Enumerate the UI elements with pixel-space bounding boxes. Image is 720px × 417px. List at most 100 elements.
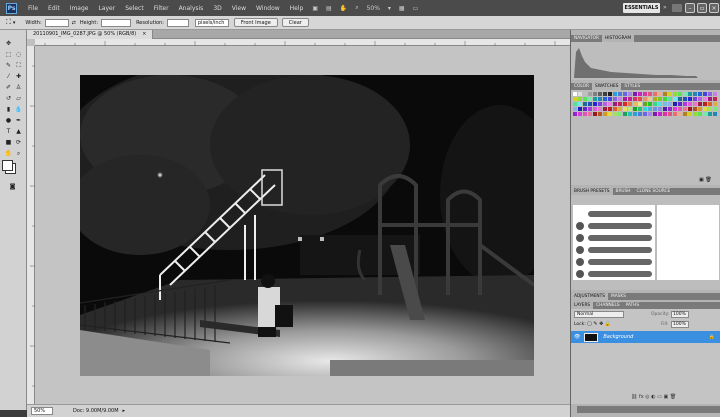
close-icon[interactable]: ×	[709, 3, 719, 13]
color-swatch[interactable]	[633, 102, 637, 106]
height-field[interactable]	[101, 18, 132, 27]
menu-file[interactable]: File	[23, 5, 43, 12]
color-swatch[interactable]	[698, 102, 702, 106]
color-swatch[interactable]	[653, 107, 657, 111]
color-swatch[interactable]	[688, 97, 692, 101]
color-swatch[interactable]	[708, 112, 712, 116]
color-swatch[interactable]	[583, 97, 587, 101]
menu-image[interactable]: Image	[65, 5, 94, 12]
blur-icon[interactable]: 💧	[14, 105, 23, 114]
brush-preset-item[interactable]	[576, 209, 652, 218]
arrange-documents-icon[interactable]: ▦	[395, 5, 409, 12]
trash-icon[interactable]: 🗑	[670, 394, 676, 400]
color-swatch[interactable]	[628, 107, 632, 111]
color-swatch[interactable]	[583, 92, 587, 96]
move-tool-icon[interactable]: ✥	[4, 39, 13, 48]
eraser-icon[interactable]: ▱	[14, 94, 23, 103]
resolution-field[interactable]	[166, 18, 189, 27]
color-swatch[interactable]	[613, 107, 617, 111]
color-swatch[interactable]	[603, 107, 607, 111]
color-swatch[interactable]	[598, 112, 602, 116]
color-swatch[interactable]	[633, 92, 637, 96]
color-swatch[interactable]	[663, 112, 667, 116]
color-swatch[interactable]	[583, 112, 587, 116]
color-swatch[interactable]	[618, 97, 622, 101]
new-swatch-icon[interactable]: ▣	[699, 177, 704, 183]
color-swatch[interactable]	[698, 97, 702, 101]
color-swatch[interactable]	[643, 112, 647, 116]
width-field[interactable]	[44, 18, 69, 27]
color-swatch[interactable]	[688, 92, 692, 96]
color-swatch[interactable]	[648, 107, 652, 111]
color-swatch[interactable]	[588, 112, 592, 116]
color-swatch[interactable]	[698, 92, 702, 96]
color-swatch[interactable]	[678, 102, 682, 106]
color-swatch[interactable]	[653, 92, 657, 96]
search-icon[interactable]	[672, 4, 682, 12]
color-swatch[interactable]	[593, 92, 597, 96]
menu-layer[interactable]: Layer	[93, 5, 120, 12]
menu-help[interactable]: Help	[285, 5, 309, 12]
color-swatch[interactable]	[603, 112, 607, 116]
color-swatch[interactable]	[588, 102, 592, 106]
color-swatch[interactable]	[713, 112, 717, 116]
color-swatch[interactable]	[663, 102, 667, 106]
color-swatch[interactable]	[693, 97, 697, 101]
color-swatch[interactable]	[673, 107, 677, 111]
color-swatch[interactable]	[648, 112, 652, 116]
color-swatch[interactable]	[618, 107, 622, 111]
color-swatch[interactable]	[638, 102, 642, 106]
color-swatch[interactable]	[658, 107, 662, 111]
bridge-icon[interactable]: ▣	[308, 5, 322, 12]
menu-edit[interactable]: Edit	[43, 5, 65, 12]
hand-tool-icon[interactable]: ✋	[4, 149, 13, 158]
minibridge-icon[interactable]: ▤	[322, 5, 336, 12]
layer-name[interactable]: Background	[603, 334, 633, 340]
color-swatch[interactable]	[698, 112, 702, 116]
color-swatch[interactable]	[683, 97, 687, 101]
color-swatch[interactable]	[578, 112, 582, 116]
brush-preset-item[interactable]	[576, 245, 652, 254]
color-swatch[interactable]	[658, 97, 662, 101]
brush-preset-item[interactable]	[576, 257, 652, 266]
menu-analysis[interactable]: Analysis	[174, 5, 209, 12]
color-swatch[interactable]	[583, 102, 587, 106]
healing-brush-icon[interactable]: ✚	[14, 72, 23, 81]
tab-swatches[interactable]: SWATCHES	[592, 83, 622, 90]
color-swatch[interactable]	[648, 97, 652, 101]
color-swatch[interactable]	[628, 102, 632, 106]
color-swatch[interactable]	[593, 102, 597, 106]
color-swatch[interactable]	[673, 97, 677, 101]
color-swatch[interactable]	[703, 112, 707, 116]
opacity-field[interactable]: 100%	[671, 311, 689, 318]
color-swatch[interactable]	[603, 92, 607, 96]
color-swatch[interactable]	[703, 97, 707, 101]
color-swatch[interactable]	[668, 97, 672, 101]
marquee-tool-icon[interactable]: ⬚	[4, 50, 13, 59]
color-swatch[interactable]	[713, 97, 717, 101]
crop-tool-icon[interactable]: ⛶	[6, 18, 11, 27]
folder-icon[interactable]: ▭	[657, 394, 662, 400]
color-swatch[interactable]	[608, 107, 612, 111]
color-swatch[interactable]	[573, 107, 577, 111]
color-swatch[interactable]	[653, 102, 657, 106]
color-swatch[interactable]	[628, 97, 632, 101]
color-swatch[interactable]	[658, 102, 662, 106]
tab-paths[interactable]: PATHS	[623, 302, 643, 309]
color-swatch[interactable]	[668, 102, 672, 106]
menu-3d[interactable]: 3D	[208, 5, 226, 12]
color-swatch[interactable]	[693, 107, 697, 111]
color-swatch[interactable]	[588, 92, 592, 96]
history-brush-icon[interactable]: ↺	[4, 94, 13, 103]
color-swatch[interactable]	[618, 102, 622, 106]
menu-select[interactable]: Select	[120, 5, 149, 12]
zoom-tool-icon[interactable]: ⌕	[351, 4, 362, 12]
color-swatch[interactable]	[578, 97, 582, 101]
color-swatch[interactable]	[703, 107, 707, 111]
color-swatch[interactable]	[603, 102, 607, 106]
color-swatch[interactable]	[673, 112, 677, 116]
color-swatch[interactable]	[613, 97, 617, 101]
color-swatch[interactable]	[573, 102, 577, 106]
color-swatch[interactable]	[678, 107, 682, 111]
foreground-color-swatch[interactable]	[2, 160, 13, 171]
